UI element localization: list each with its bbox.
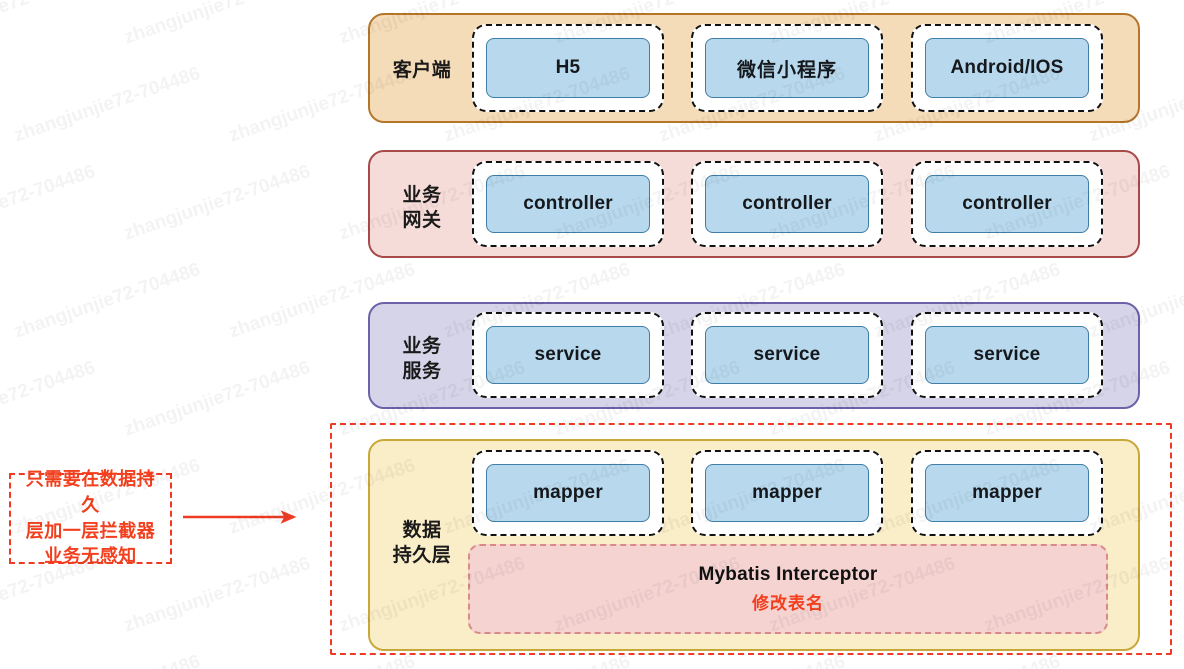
node-box-gateway-3: controller: [925, 175, 1089, 233]
annotation-arrow-icon: [183, 510, 297, 524]
layer-label-gateway: 业务 网关: [402, 185, 442, 232]
layer-label-client: 客户端: [392, 60, 452, 81]
node-box-service-2: service: [705, 326, 869, 384]
architecture-diagram: 客户端 H5 微信小程序 Android/IOS 业务 网关 controller cont…: [0, 0, 1184, 669]
layer-label-service: 业务 服务: [402, 336, 442, 383]
node-box-client-1: H5: [486, 38, 650, 98]
node-box-gateway-1: controller: [486, 175, 650, 233]
annotation-callout-text: 只需要在数据持久 层加一层拦截器 业务无感知: [25, 469, 156, 567]
node-box-service-1: service: [486, 326, 650, 384]
node-box-gateway-2: controller: [705, 175, 869, 233]
persistence-highlight-region: [330, 423, 1172, 655]
node-box-client-3: Android/IOS: [925, 38, 1089, 98]
node-box-service-3: service: [925, 326, 1089, 384]
annotation-callout: 只需要在数据持久 层加一层拦截器 业务无感知: [9, 469, 172, 566]
node-box-client-2: 微信小程序: [705, 38, 869, 98]
